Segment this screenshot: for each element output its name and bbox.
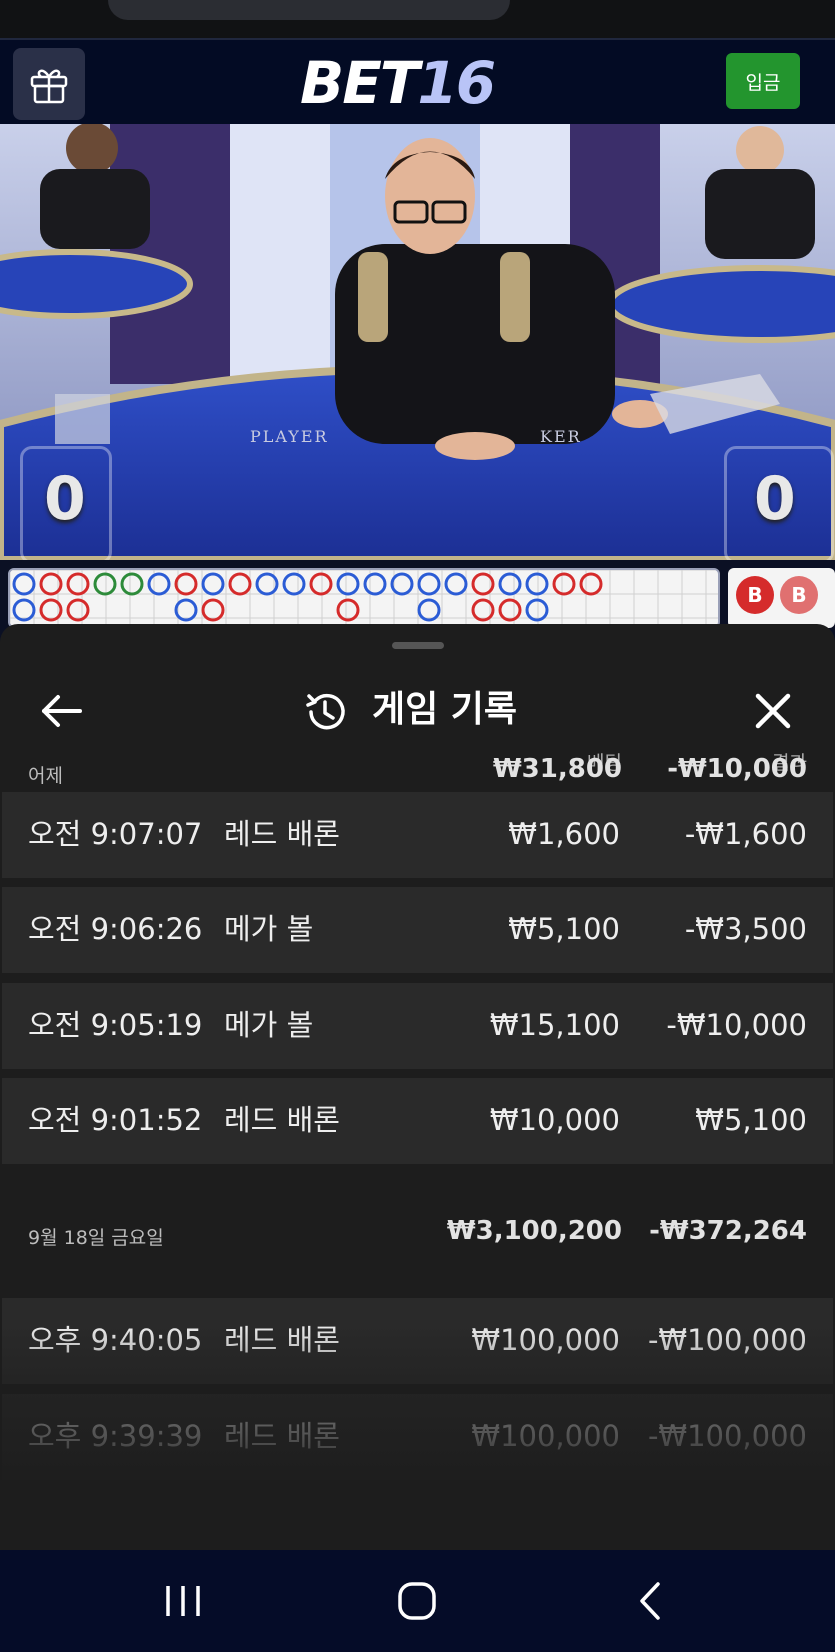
bead bbox=[417, 598, 441, 622]
entry-result: -₩100,000 bbox=[647, 1323, 807, 1357]
entry-game: 레드 배론 bbox=[224, 1419, 340, 1453]
close-icon bbox=[755, 693, 791, 729]
recent-apps-button[interactable] bbox=[158, 1578, 208, 1624]
entry-result: -₩1,600 bbox=[684, 817, 807, 851]
group-date: 어제 bbox=[28, 765, 63, 787]
bead bbox=[66, 572, 90, 596]
bead bbox=[228, 572, 252, 596]
status-bar bbox=[0, 0, 835, 38]
entry-bet: ₩100,000 bbox=[471, 1419, 620, 1453]
bead bbox=[93, 572, 117, 596]
entry-time: 오전 9:05:19 bbox=[28, 1008, 203, 1042]
entry-time: 오후 9:40:05 bbox=[28, 1323, 203, 1357]
entry-time: 오후 9:39:39 bbox=[28, 1419, 203, 1453]
app-header: BET16 입금 bbox=[0, 38, 835, 124]
bead bbox=[498, 598, 522, 622]
bead bbox=[525, 598, 549, 622]
entry-game: 레드 배론 bbox=[224, 1323, 340, 1357]
home-icon bbox=[398, 1582, 436, 1620]
bead bbox=[363, 572, 387, 596]
entry-time: 오전 9:01:52 bbox=[28, 1103, 203, 1137]
entry-bet: ₩5,100 bbox=[508, 912, 620, 946]
bead bbox=[201, 572, 225, 596]
entry-result: -₩100,000 bbox=[647, 1419, 807, 1453]
bead bbox=[12, 572, 36, 596]
entry-game: 레드 배론 bbox=[224, 817, 340, 851]
history-row[interactable]: 오전 9:06:26 메가 볼 ₩5,100 -₩3,500 bbox=[2, 887, 833, 973]
bead bbox=[174, 598, 198, 622]
entry-time: 오전 9:07:07 bbox=[28, 817, 203, 851]
bead bbox=[201, 598, 225, 622]
bead bbox=[12, 598, 36, 622]
entry-bet: ₩15,100 bbox=[489, 1008, 620, 1042]
entry-result: -₩3,500 bbox=[684, 912, 807, 946]
entry-time: 오전 9:06:26 bbox=[28, 912, 203, 946]
entry-game: 메가 볼 bbox=[224, 1008, 314, 1042]
history-row[interactable]: 오전 9:07:07 레드 배론 ₩1,600 -₩1,600 bbox=[2, 792, 833, 878]
history-group-header: 9월 18일 금요일 ₩3,100,200 -₩372,264 bbox=[0, 1170, 835, 1260]
entry-game: 레드 배론 bbox=[224, 1103, 340, 1137]
arrow-left-icon bbox=[42, 695, 82, 727]
bead bbox=[309, 572, 333, 596]
camera-cutout bbox=[108, 0, 510, 20]
entry-result: -₩10,000 bbox=[666, 1008, 807, 1042]
big-road-summary[interactable]: B B bbox=[728, 568, 835, 628]
group-date: 9월 18일 금요일 bbox=[28, 1227, 164, 1249]
history-group-header: 어제 ₩31,800 -₩10,000 bbox=[0, 740, 835, 798]
sheet-title: 게임 기록 bbox=[372, 689, 518, 730]
recent-apps-icon bbox=[166, 1586, 200, 1616]
history-icon bbox=[303, 690, 347, 734]
banker-score: 0 bbox=[754, 464, 796, 534]
system-nav-bar bbox=[0, 1550, 835, 1652]
entry-result: ₩5,100 bbox=[695, 1103, 807, 1137]
group-total-bet: ₩3,100,200 bbox=[446, 1216, 622, 1246]
entry-bet: ₩1,600 bbox=[508, 817, 620, 851]
gift-icon bbox=[30, 69, 68, 104]
bead bbox=[390, 572, 414, 596]
deposit-button[interactable]: 입금 bbox=[726, 53, 800, 109]
entry-game: 메가 볼 bbox=[224, 912, 314, 946]
entry-bet: ₩100,000 bbox=[471, 1323, 620, 1357]
bead bbox=[417, 572, 441, 596]
group-total-result: -₩372,264 bbox=[649, 1216, 807, 1246]
bead bbox=[498, 572, 522, 596]
entry-bet: ₩10,000 bbox=[489, 1103, 620, 1137]
back-icon bbox=[640, 1582, 660, 1620]
bead bbox=[147, 572, 171, 596]
player-score: 0 bbox=[44, 464, 86, 534]
banker-chip: B bbox=[780, 576, 818, 614]
bead bbox=[282, 572, 306, 596]
history-row[interactable]: 오후 9:40:05 레드 배론 ₩100,000 -₩100,000 bbox=[2, 1298, 833, 1384]
banker-chip: B bbox=[736, 576, 774, 614]
close-button[interactable] bbox=[750, 688, 796, 734]
bead bbox=[120, 572, 144, 596]
bead bbox=[174, 572, 198, 596]
gift-button[interactable] bbox=[13, 48, 85, 120]
back-button[interactable] bbox=[38, 690, 86, 732]
sheet-grabber[interactable] bbox=[392, 642, 444, 649]
bead bbox=[444, 572, 468, 596]
bead bbox=[579, 572, 603, 596]
bead-road-grid bbox=[10, 570, 718, 626]
nav-back-button[interactable] bbox=[626, 1578, 676, 1624]
bead-road[interactable] bbox=[8, 568, 720, 628]
bead bbox=[66, 598, 90, 622]
bead bbox=[336, 572, 360, 596]
home-button[interactable] bbox=[392, 1578, 442, 1624]
live-dealer-scene: PLAYER KER bbox=[0, 124, 835, 560]
group-total-bet: ₩31,800 bbox=[492, 754, 622, 784]
table-text-player: PLAYER bbox=[250, 427, 329, 446]
brand-logo: BET16 bbox=[300, 49, 496, 117]
table-text-banker: KER bbox=[540, 427, 582, 446]
bead bbox=[336, 598, 360, 622]
bead bbox=[552, 572, 576, 596]
history-row[interactable]: 오전 9:05:19 메가 볼 ₩15,100 -₩10,000 bbox=[2, 983, 833, 1069]
bead bbox=[525, 572, 549, 596]
history-row[interactable]: 오전 9:01:52 레드 배론 ₩10,000 ₩5,100 bbox=[2, 1078, 833, 1164]
history-row[interactable]: 오후 9:39:39 레드 배론 ₩100,000 -₩100,000 bbox=[2, 1394, 833, 1480]
game-history-sheet: 게임 기록 베팅 결과 어제 ₩31,800 -₩10,000 오전 9:07:… bbox=[0, 624, 835, 1550]
live-video: PLAYER KER 0 0 bbox=[0, 124, 835, 560]
group-total-result: -₩10,000 bbox=[667, 754, 807, 784]
